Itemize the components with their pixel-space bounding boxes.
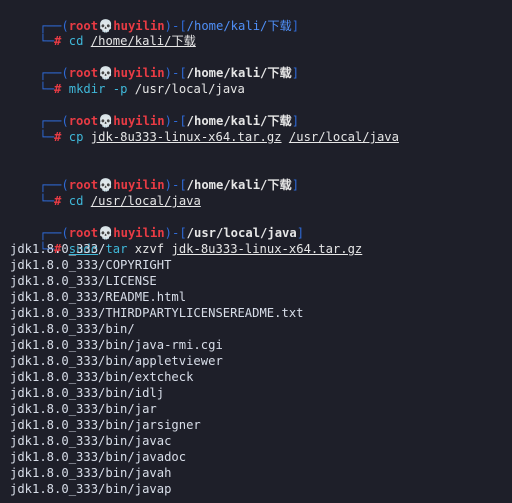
output-line: jdk1.8.0_333/bin/javah — [10, 466, 172, 480]
terminal-window[interactable]: ┌──(root💀huyilin)-[/home/kali/下载] └─# cd… — [0, 0, 512, 503]
command-name: cp — [68, 130, 84, 144]
prompt-close: ] — [291, 178, 300, 192]
output-line: jdk1.8.0_333/bin/idlj — [10, 386, 165, 400]
command-name: mkdir — [68, 82, 106, 96]
prompt-header-3: ┌──(root💀huyilin)-[/home/kali/下载] — [10, 97, 299, 128]
command-path-arg[interactable]: /home/kali/下载 — [91, 34, 196, 48]
prompt-frame-bottom: └─ — [39, 194, 55, 208]
prompt-frame-bottom: └─ — [39, 130, 55, 144]
output-line: jdk1.8.0_333/bin/javap — [10, 482, 172, 496]
command-path-arg: /usr/local/java — [134, 82, 245, 96]
output-line: jdk1.8.0_333/LICENSE — [10, 274, 157, 288]
prompt-cwd: /home/kali/下载 — [186, 19, 292, 33]
output-line: jdk1.8.0_333/bin/appletviewer — [10, 354, 223, 368]
command-name: cd — [68, 34, 84, 48]
root-prompt-symbol: # — [54, 34, 62, 48]
prompt-header-4: ┌──(root💀huyilin)-[/home/kali/下载] — [10, 161, 299, 192]
prompt-header-5: ┌──(root💀huyilin)-[/usr/local/java] — [10, 209, 304, 240]
root-prompt-symbol: # — [54, 194, 62, 208]
command-line-2: └─# mkdir -p /usr/local/java — [10, 65, 245, 96]
command-path-arg[interactable]: /usr/local/java — [91, 194, 201, 208]
command-option: -p — [112, 82, 128, 96]
prompt-close: ] — [291, 66, 300, 80]
command-name: cd — [68, 194, 84, 208]
output-line: jdk1.8.0_333/bin/jar — [10, 402, 157, 416]
output-line: jdk1.8.0_333/bin/jarsigner — [10, 418, 201, 432]
command-path-arg[interactable]: /usr/local/java — [289, 130, 399, 144]
output-line: jdk1.8.0_333/ — [10, 242, 106, 256]
command-file-arg[interactable]: jdk-8u333-linux-x64.tar.gz — [91, 130, 282, 144]
command-flags: xzvf — [134, 242, 165, 256]
command-subcommand: tar — [105, 242, 128, 256]
root-prompt-symbol: # — [54, 130, 62, 144]
command-line-4: └─# cd /usr/local/java — [10, 177, 200, 208]
prompt-frame-bottom: └─ — [39, 34, 55, 48]
command-line-1: └─# cd /home/kali/下载 — [10, 17, 196, 48]
prompt-close: ] — [291, 19, 300, 33]
output-line: jdk1.8.0_333/README.html — [10, 290, 187, 304]
command-line-5: └─# sudo tar xzvf jdk-8u333-linux-x64.ta… — [10, 225, 362, 256]
prompt-frame-bottom: └─ — [39, 82, 55, 96]
output-line: jdk1.8.0_333/bin/javac — [10, 434, 172, 448]
prompt-cwd: /home/kali/下载 — [186, 178, 292, 192]
output-line: jdk1.8.0_333/bin/java-rmi.cgi — [10, 338, 223, 352]
output-line: jdk1.8.0_333/THIRDPARTYLICENSEREADME.txt — [10, 306, 304, 320]
prompt-header-1: ┌──(root💀huyilin)-[/home/kali/下载] — [10, 2, 299, 33]
output-line: jdk1.8.0_333/bin/ — [10, 322, 135, 336]
output-line: jdk1.8.0_333/bin/extcheck — [10, 370, 194, 384]
root-prompt-symbol: # — [54, 82, 62, 96]
prompt-header-2: ┌──(root💀huyilin)-[/home/kali/下载] — [10, 49, 299, 80]
output-line: jdk1.8.0_333/COPYRIGHT — [10, 258, 172, 272]
command-line-3: └─# cp jdk-8u333-linux-x64.tar.gz /usr/l… — [10, 113, 399, 144]
output-line: jdk1.8.0_333/bin/javadoc — [10, 450, 187, 464]
command-file-arg[interactable]: jdk-8u333-linux-x64.tar.gz — [172, 242, 363, 256]
